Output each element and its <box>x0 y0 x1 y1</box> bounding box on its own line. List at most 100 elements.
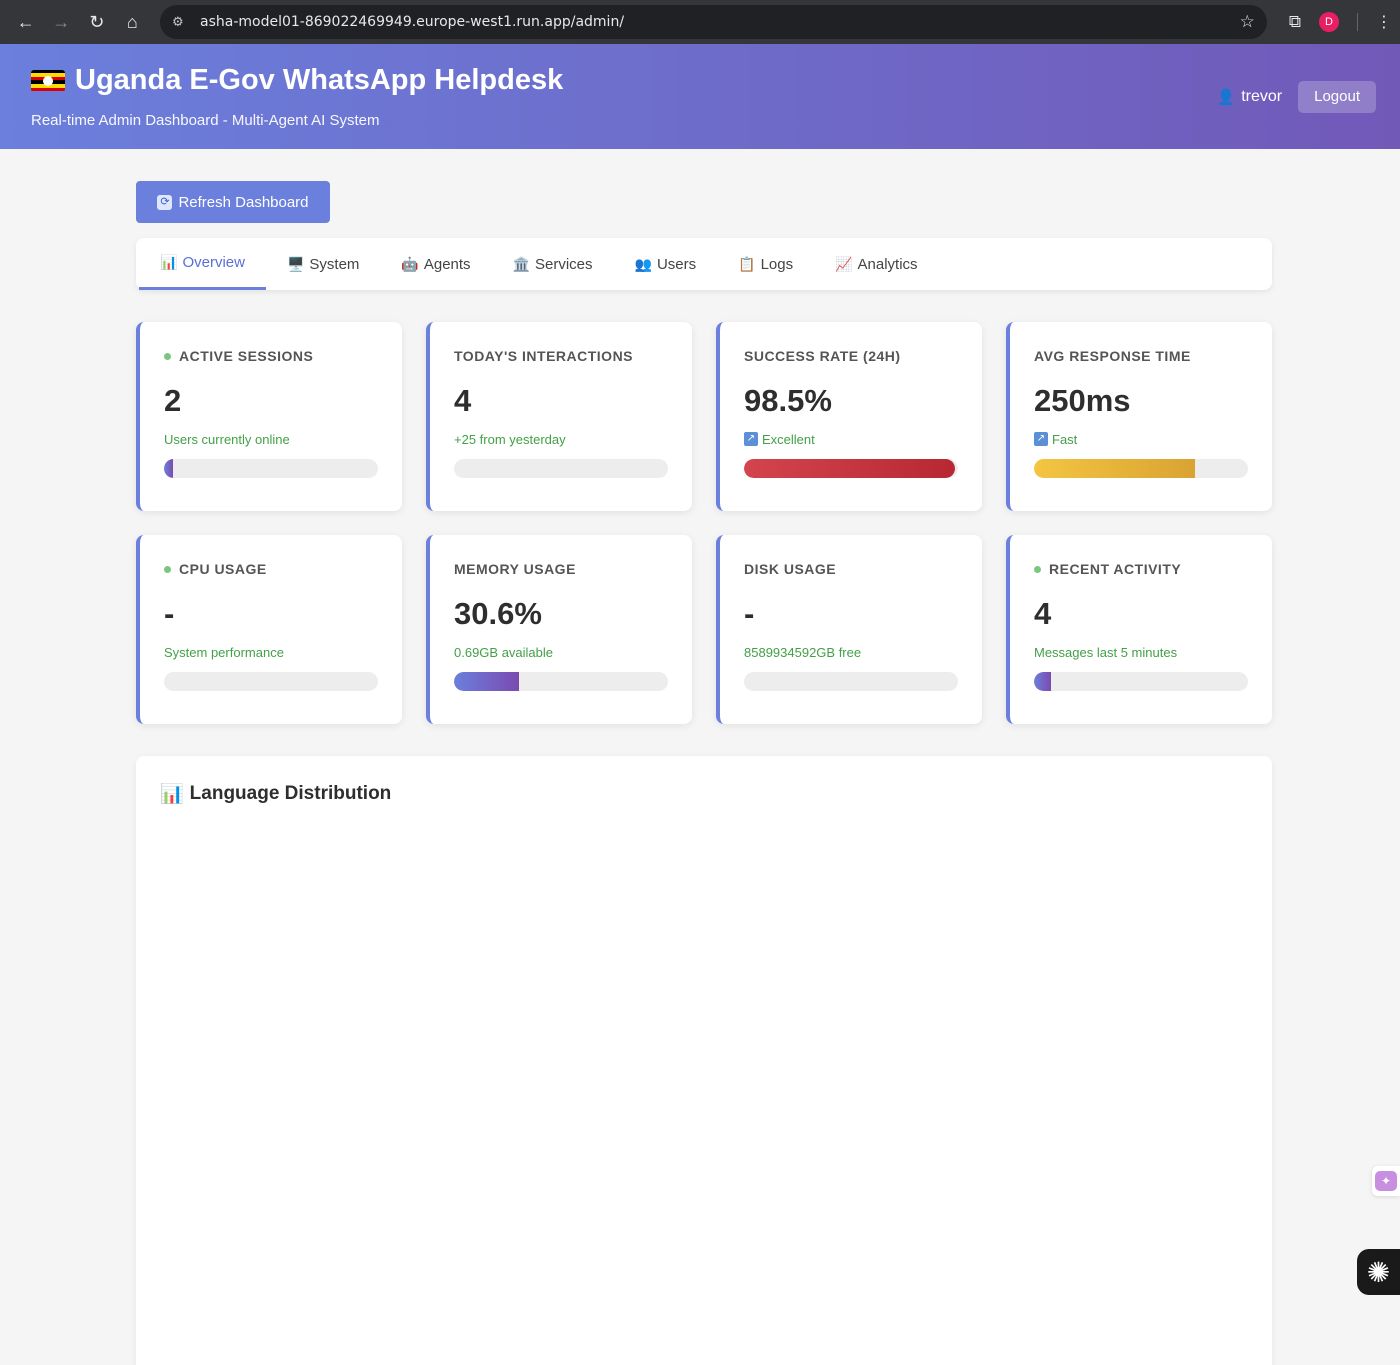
reload-icon[interactable]: ↻ <box>79 4 115 40</box>
metric-value: 250ms <box>1034 383 1131 418</box>
metric-card-todays-interactions: TODAY'S INTERACTIONS 4 +25 from yesterda… <box>426 322 692 511</box>
tab-services[interactable]: 🏛️ Services <box>492 238 614 290</box>
metric-value: 2 <box>164 383 182 418</box>
metric-card-avg-response-time: AVG RESPONSE TIME 250ms ↗ Fast <box>1006 322 1272 511</box>
trend-chart-icon: 📈 <box>835 255 853 272</box>
metric-card-disk-usage: DISK USAGE - 8589934592GB free <box>716 535 982 724</box>
status-dot-icon <box>164 565 171 573</box>
trend-up-icon: ↗ <box>744 432 758 446</box>
progress-bar-fill <box>1034 459 1195 478</box>
metric-label: RECENT ACTIVITY <box>1034 561 1248 577</box>
panel-title-text: Language Distribution <box>189 783 392 804</box>
metric-subtext: 8589934592GB free <box>744 644 958 660</box>
progress-bar <box>1034 459 1248 478</box>
metric-label-text: AVG RESPONSE TIME <box>1034 348 1191 364</box>
tab-system[interactable]: 🖥️ System <box>266 238 380 290</box>
bookmark-star-icon[interactable]: ☆ <box>1240 12 1255 32</box>
metric-subtext-text: 8589934592GB free <box>744 644 862 660</box>
metric-label-text: MEMORY USAGE <box>454 561 576 577</box>
progress-bar <box>744 459 958 478</box>
metric-subtext: 0.69GB available <box>454 644 668 660</box>
current-user: 👤 trevor <box>1217 88 1283 106</box>
ai-logo-icon: ✺ <box>1366 1256 1391 1288</box>
username: trevor <box>1241 87 1283 105</box>
metric-label: AVG RESPONSE TIME <box>1034 348 1248 364</box>
tab-label: Overview <box>182 254 245 271</box>
browser-toolbar: ← → ↻ ⌂ ⚙ asha-model01-869022469949.euro… <box>0 0 1400 44</box>
tab-overview[interactable]: 📊 Overview <box>139 238 266 290</box>
progress-bar-fill <box>1034 672 1052 691</box>
refresh-icon: ⟳ <box>157 194 173 210</box>
metric-subtext-text: 0.69GB available <box>454 644 554 660</box>
progress-bar-fill <box>744 459 955 478</box>
progress-bar-fill <box>164 459 173 478</box>
users-icon: 👥 <box>634 255 652 272</box>
metric-label: SUCCESS RATE (24H) <box>744 348 958 364</box>
metric-subtext-text: Excellent <box>762 431 815 447</box>
progress-bar <box>454 672 668 691</box>
browser-menu-icon[interactable]: ⋮ <box>1376 12 1392 32</box>
metric-subtext: System performance <box>164 644 378 660</box>
refresh-dashboard-button[interactable]: ⟳ Refresh Dashboard <box>136 181 330 223</box>
status-dot-icon <box>1034 565 1041 573</box>
clipboard-icon: 📋 <box>738 255 756 272</box>
progress-bar <box>744 672 958 691</box>
tab-label: Users <box>656 255 697 273</box>
logout-button[interactable]: Logout <box>1298 80 1376 113</box>
page-subtitle: Real-time Admin Dashboard - Multi-Agent … <box>31 112 380 129</box>
metric-label-text: RECENT ACTIVITY <box>1049 561 1182 577</box>
extensions-icon[interactable]: ⧉ <box>1289 12 1301 32</box>
metric-subtext: Users currently online <box>164 431 378 447</box>
metric-label: ACTIVE SESSIONS <box>164 348 378 364</box>
tab-analytics[interactable]: 📈 Analytics <box>814 238 938 290</box>
metric-subtext: ↗ Fast <box>1034 431 1248 447</box>
government-building-icon: 🏛️ <box>512 255 530 272</box>
desktop-icon: 🖥️ <box>286 255 305 272</box>
home-icon[interactable]: ⌂ <box>115 4 151 40</box>
metric-value: 98.5% <box>744 383 832 418</box>
progress-bar <box>1034 672 1248 691</box>
bar-chart-icon: 📊 <box>160 254 178 270</box>
tab-agents[interactable]: 🤖 Agents <box>380 238 491 290</box>
profile-avatar[interactable]: D <box>1318 12 1339 32</box>
metric-label-text: TODAY'S INTERACTIONS <box>454 348 634 364</box>
metric-value: 4 <box>1034 596 1052 631</box>
metric-subtext-text: Users currently online <box>164 431 290 447</box>
metric-subtext-text: +25 from yesterday <box>454 431 566 447</box>
user-icon: 👤 <box>1216 88 1236 106</box>
url-text[interactable]: asha-model01-869022469949.europe-west1.r… <box>200 14 1240 30</box>
page-title: Uganda E-Gov WhatsApp Helpdesk <box>31 64 563 97</box>
metric-label: MEMORY USAGE <box>454 561 668 577</box>
uganda-flag-icon <box>31 69 65 92</box>
metric-subtext-text: Messages last 5 minutes <box>1034 644 1178 660</box>
metric-subtext-text: System performance <box>164 644 284 660</box>
metric-label: CPU USAGE <box>164 561 378 577</box>
tab-label: Agents <box>423 255 471 273</box>
main-content: ⟳ Refresh Dashboard 📊 Overview 🖥️ System… <box>136 181 1272 1365</box>
metric-value: - <box>744 596 755 631</box>
app-header: Uganda E-Gov WhatsApp Helpdesk Real-time… <box>0 44 1400 149</box>
metric-value: 4 <box>454 383 472 418</box>
progress-bar <box>164 672 378 691</box>
metric-label-text: ACTIVE SESSIONS <box>179 348 314 364</box>
tab-users[interactable]: 👥 Users <box>614 238 718 290</box>
page-title-text: Uganda E-Gov WhatsApp Helpdesk <box>75 64 564 96</box>
tab-logs[interactable]: 📋 Logs <box>717 238 814 290</box>
metric-subtext: ↗ Excellent <box>744 431 958 447</box>
site-settings-icon[interactable]: ⚙ <box>172 14 190 30</box>
back-icon[interactable]: ← <box>8 4 44 40</box>
address-bar[interactable]: ⚙ asha-model01-869022469949.europe-west1… <box>160 5 1267 39</box>
language-distribution-panel: 📊 Language Distribution <box>136 756 1272 1365</box>
trend-up-icon: ↗ <box>1034 432 1048 446</box>
metrics-grid: ACTIVE SESSIONS 2 Users currently online… <box>136 322 1272 724</box>
progress-bar <box>164 459 378 478</box>
metric-label: TODAY'S INTERACTIONS <box>454 348 668 364</box>
metric-subtext: Messages last 5 minutes <box>1034 644 1248 660</box>
ai-assistant-button[interactable]: ✺ <box>1357 1249 1400 1295</box>
metric-card-success-rate: SUCCESS RATE (24H) 98.5% ↗ Excellent <box>716 322 982 511</box>
tab-label: Services <box>534 255 593 273</box>
tab-label: Logs <box>760 255 794 273</box>
status-dot-icon <box>164 352 171 360</box>
feedback-widget-button[interactable]: ✦ <box>1372 1166 1400 1196</box>
forward-icon[interactable]: → <box>44 4 80 40</box>
